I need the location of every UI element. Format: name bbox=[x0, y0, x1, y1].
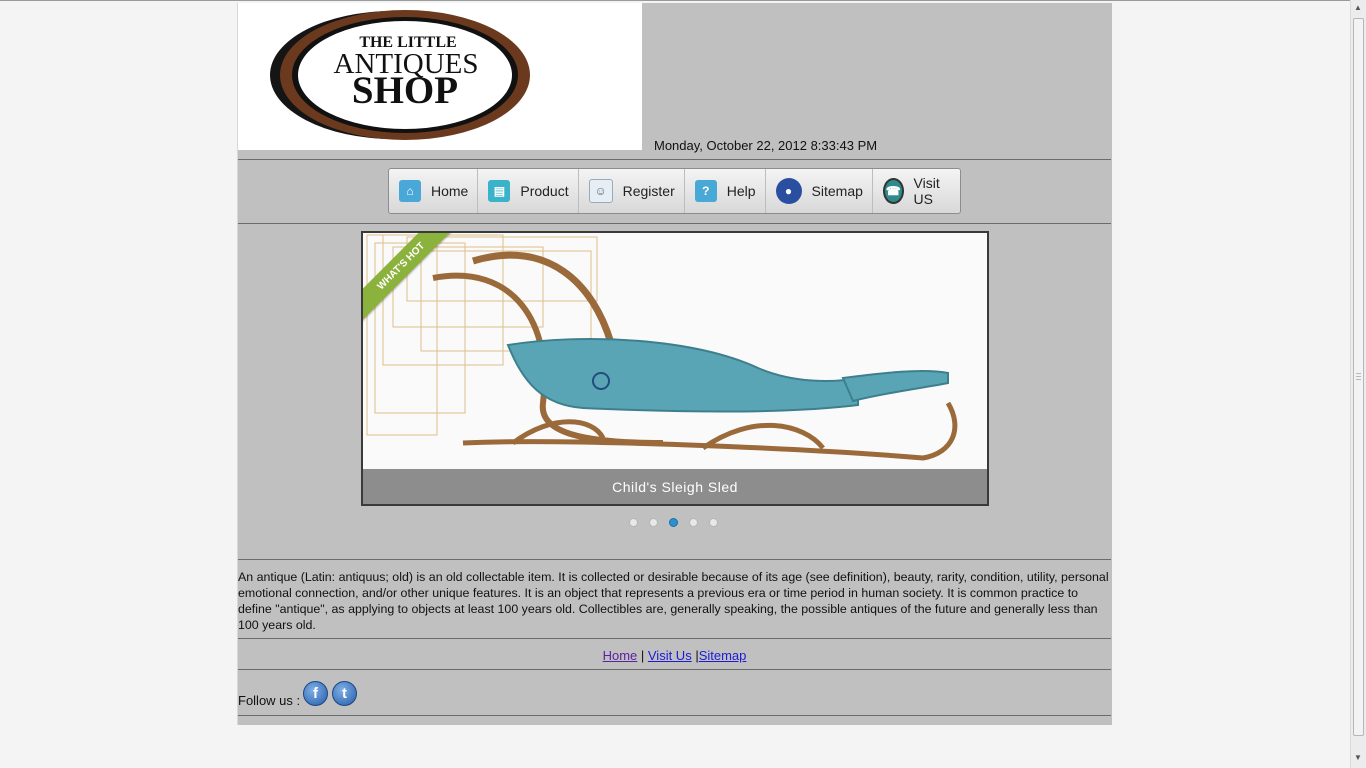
slide-dot-4[interactable] bbox=[689, 518, 698, 527]
phone-icon: ☎ bbox=[882, 178, 904, 204]
divider bbox=[238, 638, 1111, 639]
current-datetime: Monday, October 22, 2012 8:33:43 PM bbox=[654, 138, 878, 153]
divider bbox=[238, 223, 1111, 224]
scrollbar-thumb[interactable]: ─ ─ ─ bbox=[1353, 18, 1364, 736]
nav-visit-us-label: Visit US bbox=[913, 175, 940, 207]
footer-separator: | bbox=[637, 648, 648, 663]
scroll-down-arrow-icon[interactable]: ▼ bbox=[1354, 754, 1362, 762]
divider bbox=[238, 669, 1111, 670]
logo-graphic: THE LITTLE ANTIQUES SHOP bbox=[270, 10, 530, 140]
nav-help[interactable]: ? Help bbox=[685, 169, 766, 213]
nav-register[interactable]: ☺ Register bbox=[579, 169, 685, 213]
twitter-icon[interactable]: t bbox=[332, 681, 357, 706]
vertical-scrollbar[interactable]: ▲ ─ ─ ─ ▼ bbox=[1350, 0, 1366, 768]
facebook-icon[interactable]: f bbox=[303, 681, 328, 706]
nav-visit-us[interactable]: ☎ Visit US bbox=[873, 169, 960, 213]
home-icon: ⌂ bbox=[399, 180, 421, 202]
slider-pagination bbox=[629, 518, 718, 527]
register-icon: ☺ bbox=[588, 179, 613, 203]
divider bbox=[238, 715, 1111, 716]
slide-dot-5[interactable] bbox=[709, 518, 718, 527]
nav-home-label: Home bbox=[431, 183, 469, 199]
footer-separator: | bbox=[691, 648, 699, 663]
site-logo[interactable]: THE LITTLE ANTIQUES SHOP bbox=[238, 3, 642, 150]
nav-register-label: Register bbox=[622, 183, 675, 199]
nav-home[interactable]: ⌂ Home bbox=[389, 169, 479, 213]
logo-line-3: SHOP bbox=[352, 69, 458, 112]
footer-links: Home | Visit Us |Sitemap bbox=[238, 648, 1111, 663]
sitemap-icon: ● bbox=[775, 178, 802, 204]
grip-icon: ─ ─ ─ bbox=[1356, 371, 1361, 384]
help-icon: ? bbox=[694, 180, 717, 202]
divider bbox=[238, 159, 1111, 160]
about-antiques-text: An antique (Latin: antiquus; old) is an … bbox=[238, 570, 1109, 632]
page-container: THE LITTLE ANTIQUES SHOP Monday, October… bbox=[237, 3, 1112, 725]
main-nav: ⌂ Home ▤ Product ☺ Register ? Help ● Sit… bbox=[388, 168, 961, 214]
divider bbox=[238, 559, 1111, 560]
nav-help-label: Help bbox=[726, 183, 756, 199]
follow-us-label: Follow us : bbox=[238, 693, 301, 708]
scroll-up-arrow-icon[interactable]: ▲ bbox=[1354, 4, 1362, 12]
product-icon: ▤ bbox=[488, 180, 511, 202]
window-top-border bbox=[0, 0, 1366, 1]
footer-visit-us-link[interactable]: Visit Us bbox=[648, 648, 692, 663]
slide-dot-3[interactable] bbox=[669, 518, 678, 527]
slide-dot-1[interactable] bbox=[629, 518, 638, 527]
slide-caption: Child's Sleigh Sled bbox=[363, 469, 987, 504]
nav-sitemap-label: Sitemap bbox=[811, 183, 863, 199]
nav-product[interactable]: ▤ Product bbox=[478, 169, 579, 213]
featured-slider[interactable]: WHAT'S HOT Child's Sleigh Sled bbox=[361, 231, 989, 506]
nav-sitemap[interactable]: ● Sitemap bbox=[766, 169, 873, 213]
slide-dot-2[interactable] bbox=[649, 518, 658, 527]
sleigh-sled-image bbox=[363, 233, 987, 504]
footer-home-link[interactable]: Home bbox=[603, 648, 638, 663]
nav-product-label: Product bbox=[520, 183, 569, 199]
footer-sitemap-link[interactable]: Sitemap bbox=[699, 648, 747, 663]
